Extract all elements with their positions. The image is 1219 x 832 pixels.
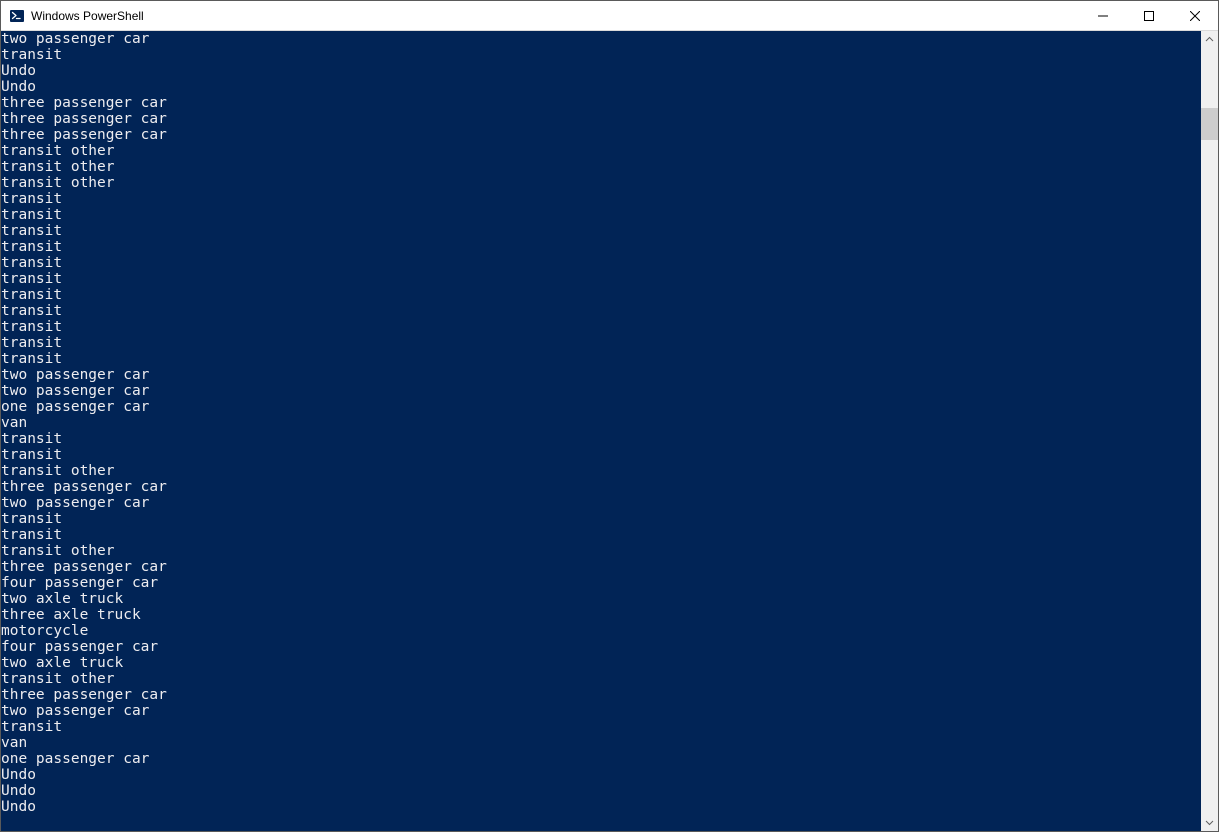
- terminal-line: four passenger car: [1, 639, 1201, 655]
- close-button[interactable]: [1172, 1, 1218, 30]
- terminal-line: two passenger car: [1, 703, 1201, 719]
- terminal-line: two passenger car: [1, 31, 1201, 47]
- terminal-line: transit: [1, 271, 1201, 287]
- window-title: Windows PowerShell: [31, 9, 1080, 23]
- scrollbar-track[interactable]: [1201, 48, 1218, 814]
- terminal-line: Undo: [1, 63, 1201, 79]
- terminal-line: two axle truck: [1, 655, 1201, 671]
- vertical-scrollbar[interactable]: [1201, 31, 1218, 831]
- terminal-line: transit: [1, 303, 1201, 319]
- terminal-line: three passenger car: [1, 559, 1201, 575]
- terminal-line: two axle truck: [1, 591, 1201, 607]
- terminal-line: transit other: [1, 175, 1201, 191]
- terminal-line: transit other: [1, 671, 1201, 687]
- terminal-line: Undo: [1, 767, 1201, 783]
- minimize-icon: [1098, 11, 1108, 21]
- terminal-line: two passenger car: [1, 367, 1201, 383]
- chevron-up-icon: [1205, 35, 1214, 44]
- terminal-line: transit: [1, 47, 1201, 63]
- terminal-line: transit: [1, 255, 1201, 271]
- terminal-line: transit: [1, 447, 1201, 463]
- terminal-line: Undo: [1, 79, 1201, 95]
- powershell-icon: [9, 8, 25, 24]
- terminal-line: transit other: [1, 463, 1201, 479]
- terminal-line: transit: [1, 719, 1201, 735]
- powershell-window: Windows PowerShell two passenger cartran: [0, 0, 1219, 832]
- terminal-wrapper: two passenger cartransitUndoUndothree pa…: [1, 31, 1218, 831]
- terminal-line: motorcycle: [1, 623, 1201, 639]
- terminal-line: transit: [1, 287, 1201, 303]
- terminal-line: van: [1, 415, 1201, 431]
- maximize-button[interactable]: [1126, 1, 1172, 30]
- terminal-line: transit: [1, 191, 1201, 207]
- terminal-line: three axle truck: [1, 607, 1201, 623]
- terminal-line: transit: [1, 511, 1201, 527]
- window-controls: [1080, 1, 1218, 30]
- terminal-line: transit other: [1, 159, 1201, 175]
- terminal-line: Undo: [1, 799, 1201, 815]
- terminal-line: three passenger car: [1, 111, 1201, 127]
- terminal-output[interactable]: two passenger cartransitUndoUndothree pa…: [1, 31, 1201, 831]
- terminal-line: transit: [1, 207, 1201, 223]
- terminal-line: three passenger car: [1, 127, 1201, 143]
- chevron-down-icon: [1205, 818, 1214, 827]
- scrollbar-down-arrow[interactable]: [1201, 814, 1218, 831]
- terminal-line: three passenger car: [1, 479, 1201, 495]
- terminal-line: transit other: [1, 143, 1201, 159]
- terminal-line: two passenger car: [1, 383, 1201, 399]
- titlebar[interactable]: Windows PowerShell: [1, 1, 1218, 31]
- terminal-line: van: [1, 735, 1201, 751]
- terminal-line: transit: [1, 335, 1201, 351]
- terminal-line: three passenger car: [1, 687, 1201, 703]
- terminal-line: Undo: [1, 783, 1201, 799]
- minimize-button[interactable]: [1080, 1, 1126, 30]
- terminal-line: transit: [1, 223, 1201, 239]
- maximize-icon: [1144, 11, 1154, 21]
- scrollbar-thumb[interactable]: [1201, 108, 1218, 140]
- scrollbar-up-arrow[interactable]: [1201, 31, 1218, 48]
- terminal-line: transit: [1, 527, 1201, 543]
- terminal-line: one passenger car: [1, 751, 1201, 767]
- terminal-line: transit: [1, 351, 1201, 367]
- terminal-line: transit: [1, 239, 1201, 255]
- terminal-line: three passenger car: [1, 95, 1201, 111]
- terminal-line: two passenger car: [1, 495, 1201, 511]
- terminal-line: one passenger car: [1, 399, 1201, 415]
- close-icon: [1190, 11, 1200, 21]
- terminal-line: transit: [1, 431, 1201, 447]
- terminal-line: transit other: [1, 543, 1201, 559]
- terminal-line: four passenger car: [1, 575, 1201, 591]
- terminal-line: transit: [1, 319, 1201, 335]
